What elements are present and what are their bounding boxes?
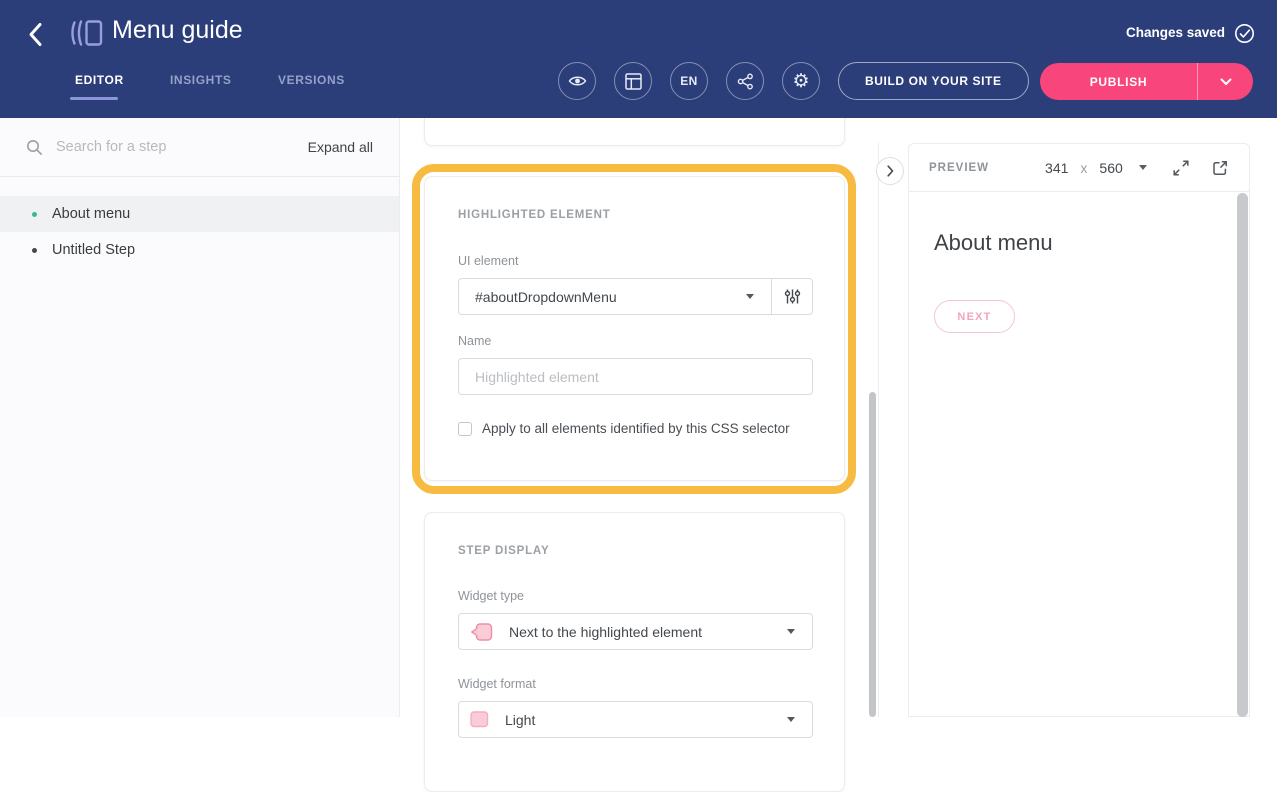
widget-type-label: Widget type	[458, 589, 524, 603]
widget-type-select-value: Next to the highlighted element	[493, 624, 787, 640]
chevron-down-icon	[746, 294, 754, 299]
gear-icon: ⚙	[792, 72, 809, 91]
ui-element-select[interactable]: #aboutDropdownMenu	[458, 278, 813, 315]
apply-to-all-checkbox[interactable]	[458, 422, 472, 436]
expand-all-button[interactable]: Expand all	[308, 139, 373, 155]
guide-cards-icon	[69, 18, 103, 53]
save-status-text: Changes saved	[1126, 25, 1225, 40]
preview-collapse-toggle[interactable]	[876, 157, 904, 185]
tab-insights[interactable]: INSIGHTS	[170, 73, 231, 87]
ui-element-select-value: #aboutDropdownMenu	[459, 289, 746, 305]
external-link-icon	[1211, 159, 1229, 177]
page-title: Menu guide	[112, 16, 243, 45]
step-search-row: Expand all	[0, 118, 399, 177]
publish-button-label: PUBLISH	[1040, 63, 1198, 100]
step-item-untitled-step[interactable]: Untitled Step	[0, 232, 399, 268]
language-label: EN	[680, 74, 697, 88]
layout-button[interactable]	[614, 62, 652, 100]
ui-element-label: UI element	[458, 254, 518, 268]
widget-format-select-value: Light	[489, 712, 787, 728]
preview-header: PREVIEW 341 x 560	[909, 144, 1249, 192]
step-item-label: About menu	[52, 206, 130, 222]
share-button[interactable]	[726, 62, 764, 100]
step-item-label: Untitled Step	[52, 242, 135, 258]
preview-actions	[1172, 159, 1229, 177]
layout-icon	[625, 73, 642, 90]
eye-icon	[568, 74, 587, 88]
preview-fullscreen-button[interactable]	[1172, 159, 1190, 177]
open-in-new-window-button[interactable]	[1211, 159, 1229, 177]
expand-arrows-icon	[1172, 159, 1190, 177]
publish-split-button[interactable]: PUBLISH	[1040, 63, 1253, 100]
highlighted-element-card: HIGHLIGHTED ELEMENT UI element #aboutDro…	[424, 176, 845, 481]
chevron-down-icon	[787, 717, 795, 722]
chevron-right-icon	[887, 165, 894, 177]
language-button[interactable]: EN	[670, 62, 708, 100]
preview-title: PREVIEW	[929, 162, 989, 174]
back-button[interactable]	[28, 21, 50, 47]
tab-versions[interactable]: VERSIONS	[278, 73, 345, 87]
dimension-separator: x	[1080, 160, 1087, 176]
chevron-down-icon	[787, 629, 795, 634]
check-circle-icon	[1234, 23, 1255, 49]
preview-eye-button[interactable]	[558, 62, 596, 100]
step-list: About menu Untitled Step	[0, 177, 399, 268]
widget-format-icon	[470, 711, 489, 728]
preview-width-value: 341	[1045, 160, 1068, 176]
share-icon	[737, 73, 754, 90]
widget-format-label: Widget format	[458, 677, 536, 691]
preview-height-value: 560	[1099, 160, 1122, 176]
section-title: STEP DISPLAY	[458, 545, 549, 557]
chevron-down-icon	[1220, 78, 1232, 86]
back-chevron-icon	[28, 22, 43, 47]
widget-type-select[interactable]: Next to the highlighted element	[458, 613, 813, 650]
tooltip-widget-icon	[470, 622, 493, 642]
name-label: Name	[458, 334, 491, 348]
tab-editor[interactable]: EDITOR	[75, 73, 124, 87]
build-on-your-site-button[interactable]: BUILD ON YOUR SITE	[838, 62, 1029, 100]
settings-button[interactable]: ⚙	[782, 62, 820, 100]
publish-dropdown-toggle[interactable]	[1198, 63, 1253, 100]
step-item-about-menu[interactable]: About menu	[0, 196, 399, 232]
element-name-input[interactable]	[458, 358, 813, 395]
editor-panel-divider	[878, 143, 879, 717]
preview-viewport: About menu NEXT	[909, 192, 1249, 717]
apply-to-all-checkbox-label: Apply to all elements identified by this…	[482, 421, 790, 436]
step-status-dot	[32, 248, 37, 253]
preview-panel: PREVIEW 341 x 560	[908, 143, 1250, 717]
editor-scrollbar-thumb[interactable]	[869, 392, 876, 717]
apply-to-all-checkbox-row[interactable]: Apply to all elements identified by this…	[458, 421, 790, 436]
active-tab-underline	[70, 97, 118, 100]
top-navigation-bar: Menu guide EDITOR INSIGHTS VERSIONS EN	[0, 0, 1277, 118]
step-search-input[interactable]	[56, 139, 308, 155]
sliders-icon	[784, 288, 801, 305]
chevron-down-icon	[1139, 165, 1147, 170]
preview-next-button[interactable]: NEXT	[934, 300, 1015, 333]
step-display-card: STEP DISPLAY Widget type Next to the hig…	[424, 512, 845, 792]
selector-advanced-options-button[interactable]	[772, 279, 812, 314]
preview-step-title: About menu	[934, 230, 1053, 256]
widget-format-select[interactable]: Light	[458, 701, 813, 738]
search-icon	[26, 139, 43, 156]
step-status-dot	[32, 212, 37, 217]
section-title: HIGHLIGHTED ELEMENT	[458, 209, 611, 221]
preview-scrollbar-thumb[interactable]	[1237, 193, 1248, 717]
preview-size-select[interactable]: 341 x 560	[1045, 160, 1147, 176]
steps-sidebar: Expand all About menu Untitled Step	[0, 118, 400, 717]
